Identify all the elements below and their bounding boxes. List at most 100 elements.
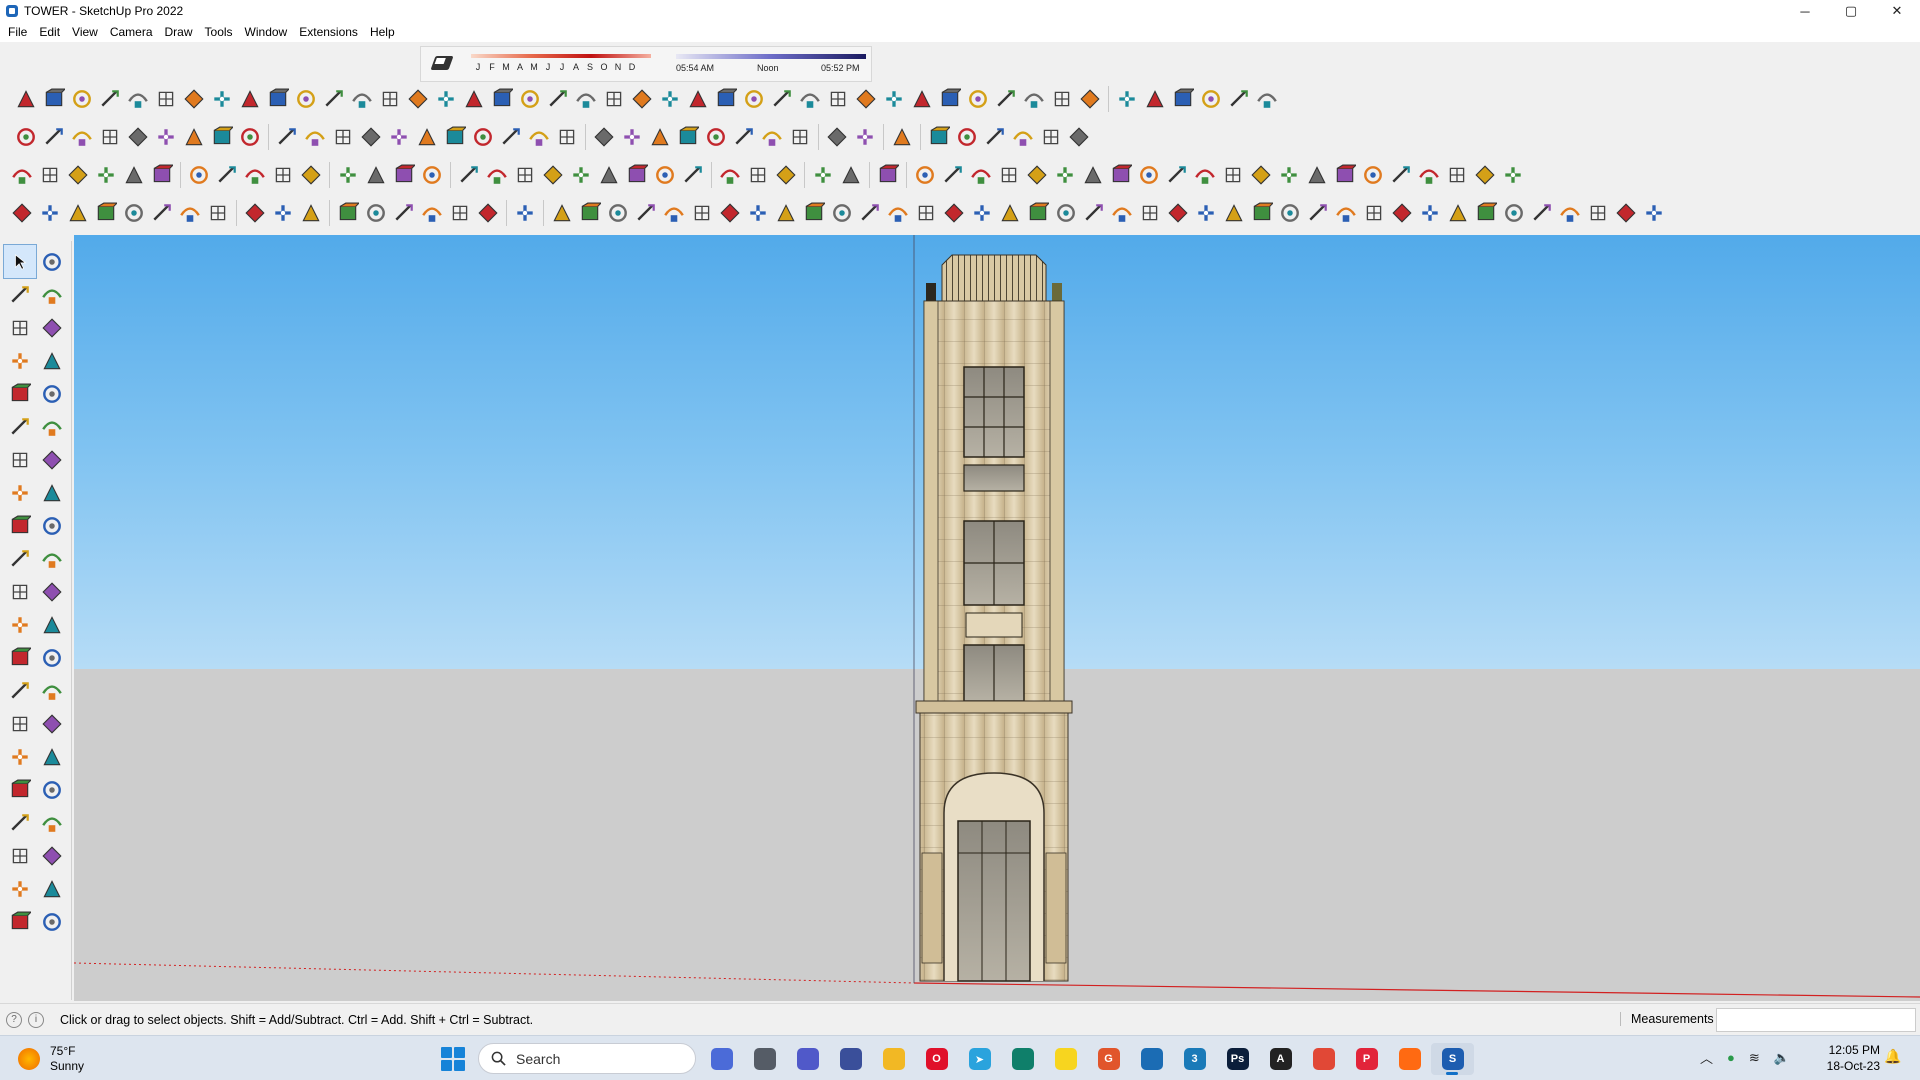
view-tool-icon[interactable] — [1359, 161, 1387, 189]
axes-tool-icon[interactable] — [4, 674, 36, 707]
view-tool-icon[interactable] — [334, 161, 362, 189]
rectangle-tool-icon[interactable] — [4, 377, 36, 410]
pie-tool-icon[interactable] — [36, 443, 68, 476]
solid-tool-icon[interactable] — [576, 199, 604, 227]
solid-tool-icon[interactable] — [148, 199, 176, 227]
sandbox-tool-icon[interactable] — [208, 85, 236, 113]
standard-tool-icon[interactable] — [590, 123, 618, 151]
copilot-icon[interactable] — [700, 1043, 743, 1075]
view-tool-icon[interactable] — [92, 161, 120, 189]
standard-tool-icon[interactable] — [152, 123, 180, 151]
calculator-icon[interactable] — [829, 1043, 872, 1075]
sandbox-tool-icon[interactable] — [516, 85, 544, 113]
solid-tool-icon[interactable] — [64, 199, 92, 227]
sandbox-tool-icon[interactable] — [656, 85, 684, 113]
standard-tool-icon[interactable] — [851, 123, 879, 151]
view-tool-icon[interactable] — [269, 161, 297, 189]
sandbox-tool-icon[interactable] — [600, 85, 628, 113]
sandbox-tool-icon[interactable] — [376, 85, 404, 113]
solid-tool-icon[interactable] — [772, 199, 800, 227]
teams-icon[interactable] — [786, 1043, 829, 1075]
standard-tool-icon[interactable] — [329, 123, 357, 151]
view-tool-icon[interactable] — [1051, 161, 1079, 189]
sandbox-tool-icon[interactable] — [460, 85, 488, 113]
taskbar-search[interactable]: Search — [478, 1043, 696, 1074]
solid-tool-icon[interactable] — [1556, 199, 1584, 227]
standard-tool-icon[interactable] — [925, 123, 953, 151]
scale-tool-icon[interactable] — [4, 575, 36, 608]
sandbox-tool-icon[interactable] — [712, 85, 740, 113]
solid-tool-icon[interactable] — [8, 199, 36, 227]
sandbox-tool-icon[interactable] — [180, 85, 208, 113]
sandbox-tool-icon[interactable] — [264, 85, 292, 113]
solid-tool-icon[interactable] — [744, 199, 772, 227]
sandbox-tool-icon[interactable] — [964, 85, 992, 113]
view-tool-icon[interactable] — [744, 161, 772, 189]
standard-tool-icon[interactable] — [953, 123, 981, 151]
time-slider[interactable] — [676, 54, 866, 59]
start-button[interactable] — [441, 1047, 465, 1071]
sandbox-tool-icon[interactable] — [852, 85, 880, 113]
sandbox-tool-icon[interactable] — [824, 85, 852, 113]
menu-help[interactable]: Help — [364, 22, 401, 42]
view-tool-icon[interactable] — [362, 161, 390, 189]
grammarly-icon[interactable]: G — [1087, 1043, 1130, 1075]
standard-tool-icon[interactable] — [1009, 123, 1037, 151]
view-tool-icon[interactable] — [995, 161, 1023, 189]
position-camera-tool-icon[interactable] — [4, 806, 36, 839]
sandbox-tool-icon[interactable] — [768, 85, 796, 113]
standard-tool-icon[interactable] — [981, 123, 1009, 151]
standard-tool-icon[interactable] — [497, 123, 525, 151]
solid-tool-icon[interactable] — [1584, 199, 1612, 227]
follow-me-tool-icon[interactable] — [36, 542, 68, 575]
view-tool-icon[interactable] — [623, 161, 651, 189]
credits-icon[interactable]: i — [28, 1011, 44, 1028]
sandbox-tool-icon[interactable] — [488, 85, 516, 113]
sandbox-tool-icon[interactable] — [1141, 85, 1169, 113]
sketchup-3-icon[interactable]: 3 — [1173, 1043, 1216, 1075]
view-tool-icon[interactable] — [837, 161, 865, 189]
view-tool-icon[interactable] — [455, 161, 483, 189]
solid-tool-icon[interactable] — [1360, 199, 1388, 227]
standard-tool-icon[interactable] — [702, 123, 730, 151]
standard-tool-icon[interactable] — [618, 123, 646, 151]
protractor-tool-icon[interactable] — [4, 641, 36, 674]
view-tool-icon[interactable] — [1471, 161, 1499, 189]
solid-tool-icon[interactable] — [1164, 199, 1192, 227]
section-plane-tool-icon[interactable] — [36, 839, 68, 872]
menu-edit[interactable]: Edit — [33, 22, 66, 42]
solid-tool-icon[interactable] — [204, 199, 232, 227]
standard-tool-icon[interactable] — [646, 123, 674, 151]
select-tool-icon[interactable] — [3, 244, 37, 279]
arc-tool-icon[interactable] — [4, 443, 36, 476]
push-pull-tool-icon[interactable] — [36, 509, 68, 542]
solid-tool-icon[interactable] — [1472, 199, 1500, 227]
view-tool-icon[interactable] — [1191, 161, 1219, 189]
sandbox-tool-icon[interactable] — [1076, 85, 1104, 113]
view-tool-icon[interactable] — [36, 161, 64, 189]
sandbox-tool-icon[interactable] — [1253, 85, 1281, 113]
standard-tool-icon[interactable] — [441, 123, 469, 151]
standard-tool-icon[interactable] — [758, 123, 786, 151]
sandbox-tool-icon[interactable] — [96, 85, 124, 113]
solid-tool-icon[interactable] — [996, 199, 1024, 227]
standard-tool-icon[interactable] — [413, 123, 441, 151]
view-tool-icon[interactable] — [1163, 161, 1191, 189]
view-tool-icon[interactable] — [967, 161, 995, 189]
clock[interactable]: 12:05 PM 18-Oct-23 — [1818, 1042, 1880, 1074]
view-tool-icon[interactable] — [1219, 161, 1247, 189]
view-tool-icon[interactable] — [148, 161, 176, 189]
orbit-tool-icon[interactable] — [4, 707, 36, 740]
notification-bell-icon[interactable]: 🔔 — [1884, 1048, 1901, 1065]
standard-tool-icon[interactable] — [786, 123, 814, 151]
opera-icon[interactable]: O — [915, 1043, 958, 1075]
sandbox-tool-icon[interactable] — [1197, 85, 1225, 113]
view-tool-icon[interactable] — [1415, 161, 1443, 189]
network-status-icon[interactable]: ● — [1727, 1050, 1735, 1065]
sandbox-tool-icon[interactable] — [740, 85, 768, 113]
solid-tool-icon[interactable] — [297, 199, 325, 227]
telegram-icon[interactable]: ➤ — [958, 1043, 1001, 1075]
sandbox-tool-icon[interactable] — [880, 85, 908, 113]
view-tool-icon[interactable] — [120, 161, 148, 189]
solid-tool-icon[interactable] — [334, 199, 362, 227]
